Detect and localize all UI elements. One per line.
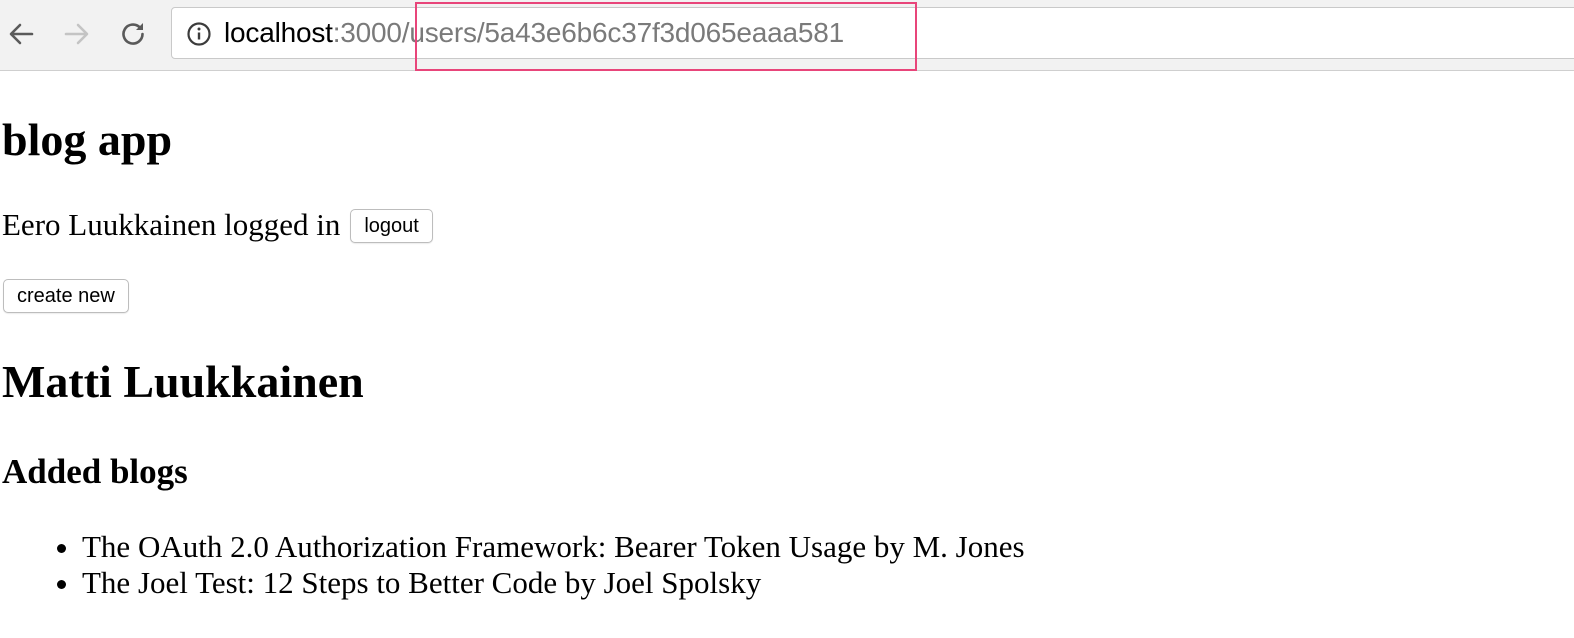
added-blogs-heading: Added blogs — [2, 452, 188, 491]
user-name-heading: Matti Luukkainen — [2, 356, 364, 407]
url-host: localhost — [224, 17, 333, 48]
blog-list-item: The OAuth 2.0 Authorization Framework: B… — [82, 529, 1025, 565]
arrow-right-icon — [64, 23, 89, 45]
logout-button[interactable]: logout — [350, 209, 433, 243]
login-status-row: Eero Luukkainen logged in logout — [2, 207, 433, 243]
url-text[interactable]: localhost:3000/users/5a43e6b6c37f3d065ea… — [224, 8, 844, 58]
blog-list-item: The Joel Test: 12 Steps to Better Code b… — [82, 565, 1025, 601]
back-button[interactable] — [4, 17, 38, 51]
address-bar[interactable]: localhost:3000/users/5a43e6b6c37f3d065ea… — [171, 7, 1574, 59]
info-circle-icon[interactable] — [186, 21, 212, 47]
forward-button[interactable] — [60, 17, 94, 51]
app-title: blog app — [2, 114, 173, 165]
url-path: /users/5a43e6b6c37f3d065eaaa581 — [401, 17, 844, 48]
create-new-button[interactable]: create new — [3, 279, 129, 313]
arrow-left-icon — [9, 23, 34, 45]
blog-list: The OAuth 2.0 Authorization Framework: B… — [0, 529, 1025, 601]
reload-icon — [122, 23, 144, 45]
browser-toolbar: localhost:3000/users/5a43e6b6c37f3d065ea… — [0, 0, 1574, 71]
reload-button[interactable] — [116, 17, 150, 51]
login-status: Eero Luukkainen logged in — [2, 207, 341, 242]
url-port: :3000 — [332, 17, 402, 48]
